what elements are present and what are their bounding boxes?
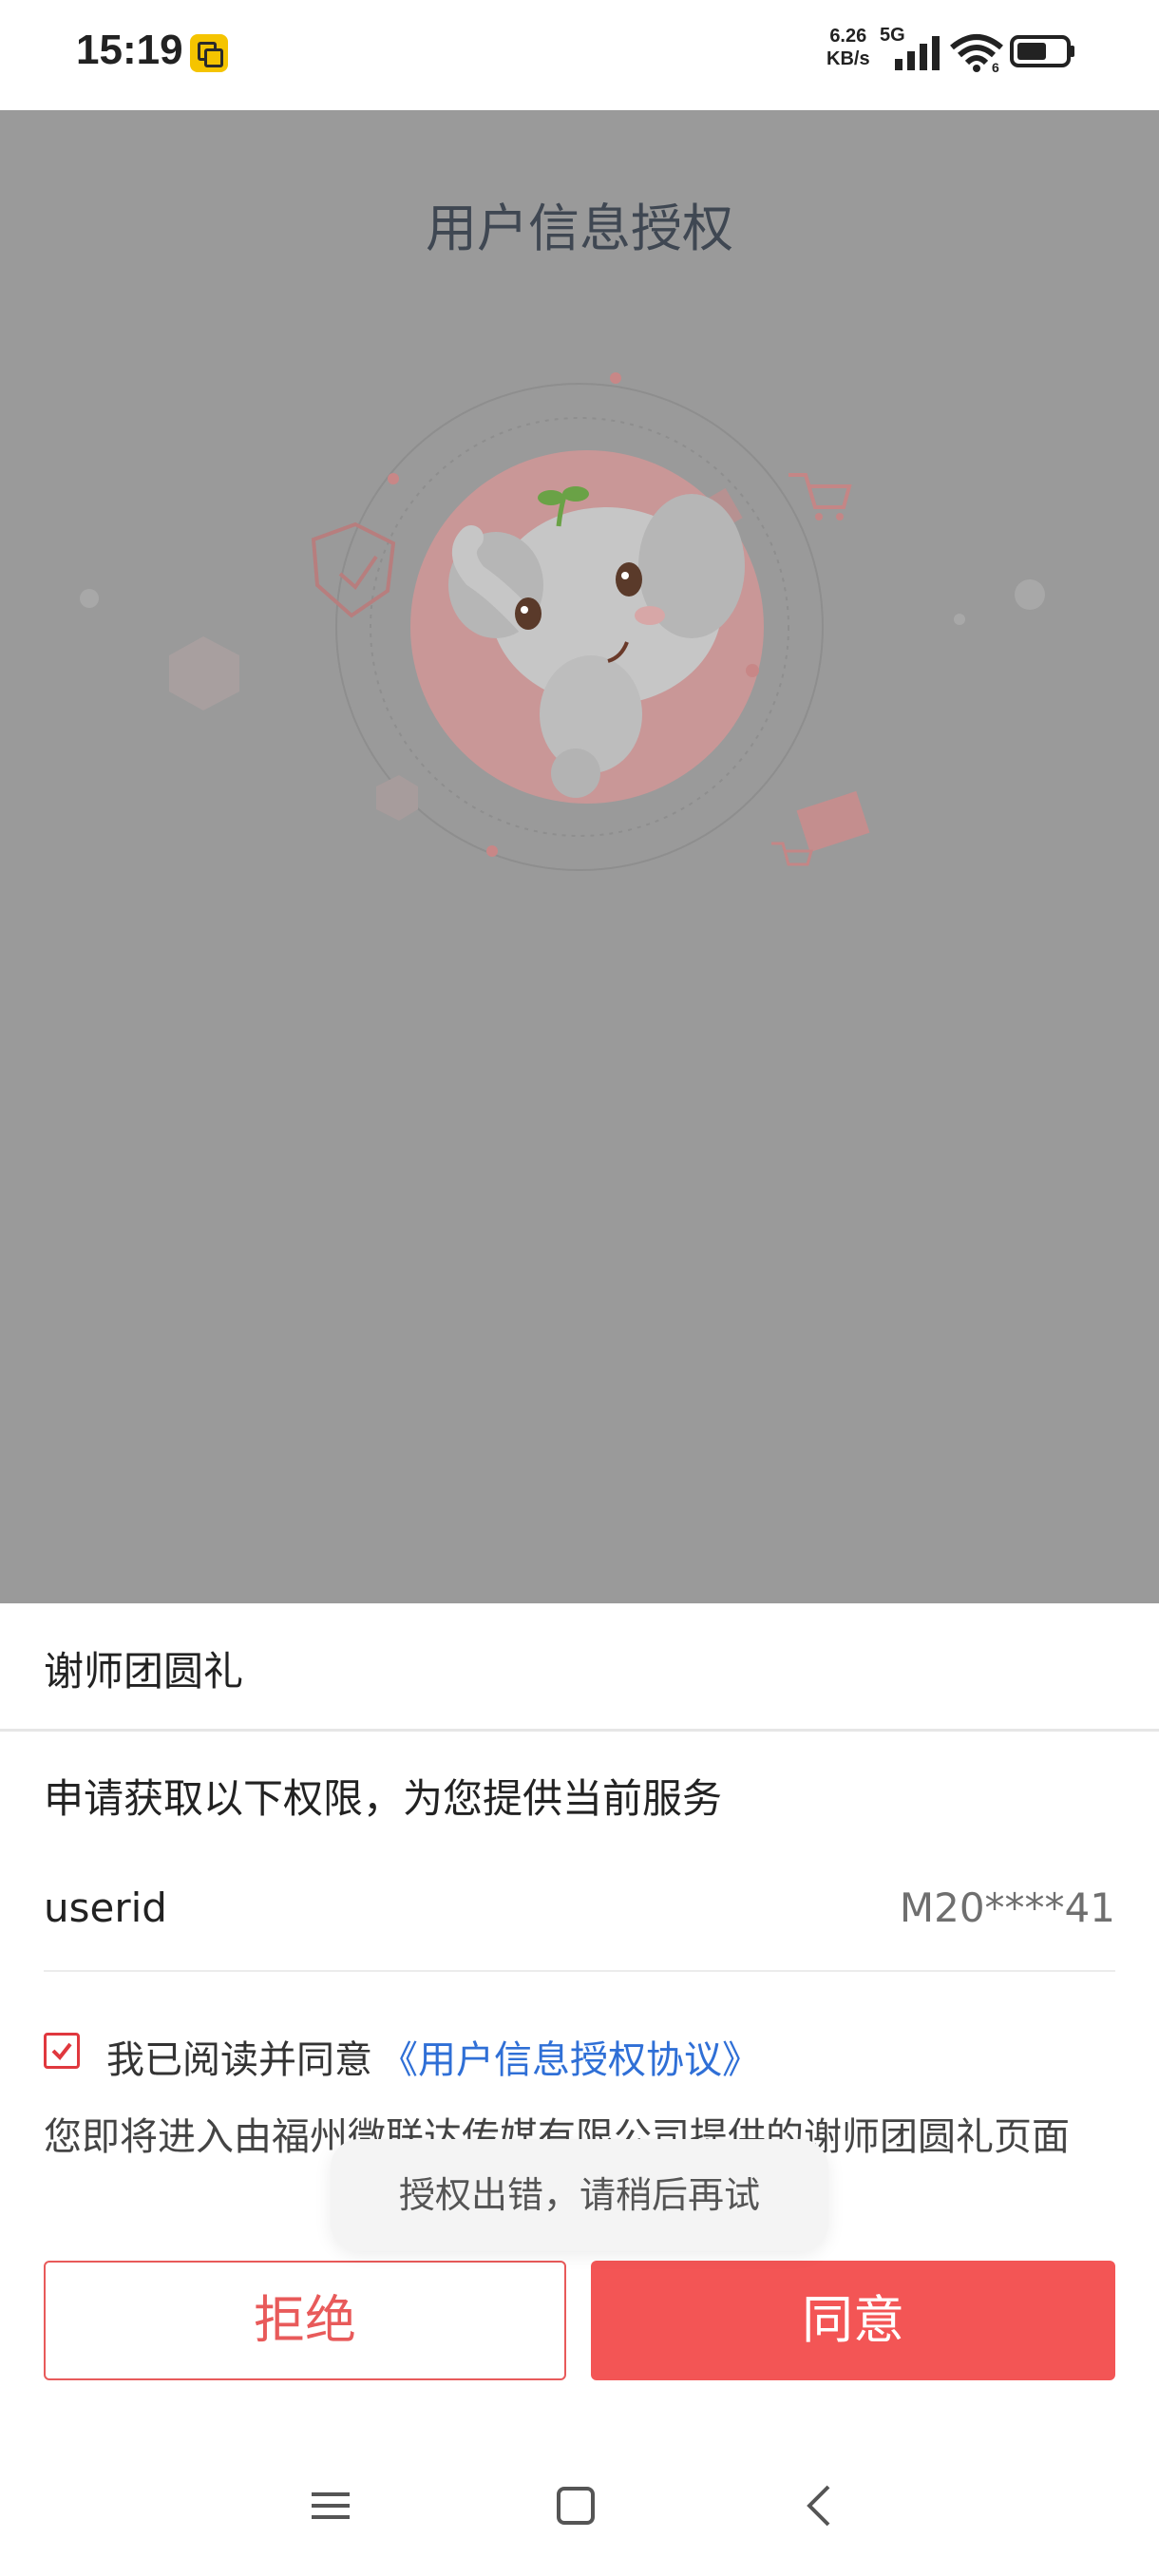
permission-request-text: 申请获取以下权限，为您提供当前服务 [44,1775,723,1822]
app-name: 谢师团圆礼 [44,1648,244,1695]
authorization-sheet: 谢师团圆礼 申请获取以下权限，为您提供当前服务 userid M20****41… [0,1603,1159,2576]
battery-icon [1010,35,1074,67]
agreement-link[interactable]: 《用户信息授权协议》 [380,2029,760,2084]
home-icon[interactable] [555,2485,597,2527]
permission-key: userid [44,1885,167,1931]
page-title: 用户信息授权 [426,199,733,258]
permission-value: M20****41 [899,1885,1115,1931]
net-speed: 6.26 KB/s [826,25,870,70]
agreement-checkbox[interactable] [44,2033,80,2069]
net-speed-value: 6.26 [829,26,867,47]
agree-button[interactable]: 同意 [591,2261,1115,2380]
back-icon[interactable] [798,2483,840,2529]
wifi-icon: 6 [950,34,1003,74]
notification-icon [190,34,228,72]
error-toast: 授权出错，请稍后再试 [331,2139,828,2251]
refuse-button[interactable]: 拒绝 [44,2261,566,2380]
elephant-mascot-illustration [80,372,1045,871]
signal-icon [895,36,940,70]
page-overlay: 用户信息授权 [0,110,1159,1603]
net-speed-unit: KB/s [826,48,870,69]
agreement-prefix: 我已阅读并同意 [106,2038,372,2082]
wifi-badge: 6 [992,60,999,74]
checkbox-checked-icon [51,2042,72,2061]
status-bar: 15:19 6.26 KB/s 5G 6 [0,0,1159,110]
status-time: 15:19 [76,27,183,73]
menu-icon[interactable] [310,2485,352,2527]
sheet-header: 谢师团圆礼 [0,1603,1159,1732]
system-nav-bar [0,2451,1159,2576]
permission-row: userid M20****41 [44,1875,1115,1972]
